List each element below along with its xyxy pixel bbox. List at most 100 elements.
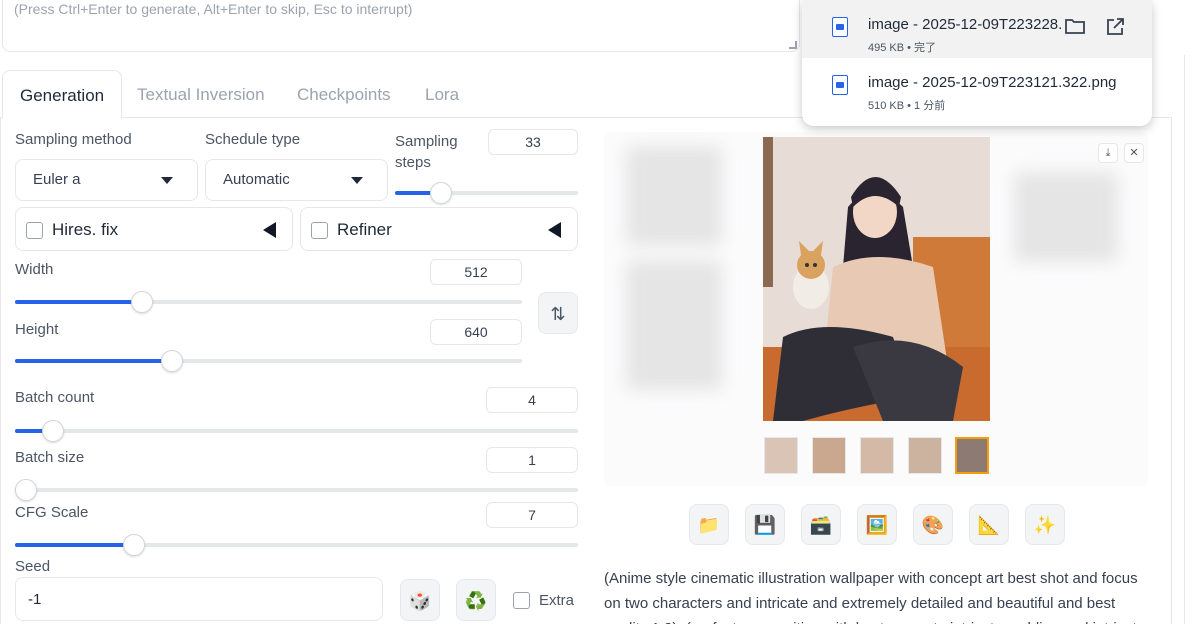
thumbnail-1[interactable] xyxy=(764,437,798,474)
downloads-popup: image - 2025-12-09T223228. 495 KB • 完了 i… xyxy=(802,0,1152,126)
schedule-type-label: Schedule type xyxy=(205,131,301,148)
cfg-scale-input[interactable]: 7 xyxy=(486,502,578,528)
width-input[interactable]: 512 xyxy=(430,259,522,285)
picture-icon: 🖼️ xyxy=(865,515,889,535)
thumbnail-4[interactable] xyxy=(908,437,942,474)
send-to-extras-button[interactable]: 📐 xyxy=(969,504,1009,545)
swap-dimensions-button[interactable]: ⇅ xyxy=(538,292,578,334)
slider-thumb[interactable] xyxy=(161,350,183,372)
width-slider[interactable] xyxy=(15,291,522,313)
seed-input[interactable]: -1 xyxy=(15,577,383,621)
schedule-type-dropdown[interactable]: Automatic xyxy=(205,159,388,201)
sampling-steps-label: Sampling steps xyxy=(395,133,458,171)
prompt-placeholder: (Press Ctrl+Enter to generate, Alt+Enter… xyxy=(14,1,413,17)
resize-handle-icon[interactable] xyxy=(789,41,797,49)
random-seed-button[interactable]: 🎲 xyxy=(400,579,440,621)
hires-fix-accordion[interactable]: Hires. fix xyxy=(15,207,293,251)
slider-thumb[interactable] xyxy=(15,479,37,501)
open-folder-icon[interactable] xyxy=(1064,18,1086,40)
tab-textual-inversion[interactable]: Textual Inversion xyxy=(137,70,265,118)
download-item[interactable]: image - 2025-12-09T223228. 495 KB • 完了 xyxy=(802,0,1152,58)
blurred-preview xyxy=(626,260,722,390)
folder-icon: 📁 xyxy=(697,515,721,535)
anime-girl-with-cat-image xyxy=(763,137,990,421)
height-label: Height xyxy=(15,321,59,338)
refiner-accordion[interactable]: Refiner xyxy=(300,207,578,251)
batch-size-slider[interactable] xyxy=(15,479,578,501)
refiner-checkbox[interactable] xyxy=(311,222,328,239)
sampling-method-label: Sampling method xyxy=(15,131,132,148)
chevron-down-icon xyxy=(351,177,363,184)
sampling-method-value: Euler a xyxy=(33,171,81,188)
send-to-inpaint-button[interactable]: 🎨 xyxy=(913,504,953,545)
hires-fix-checkbox[interactable] xyxy=(26,222,43,239)
width-label: Width xyxy=(15,261,54,278)
download-icon: ⤓ xyxy=(1105,147,1111,159)
download-image-button[interactable]: ⤓ xyxy=(1098,143,1118,163)
download-item[interactable]: image - 2025-12-09T223121.322.png 510 KB… xyxy=(802,58,1152,116)
sparkles-icon: ✨ xyxy=(1033,515,1057,535)
refiner-label: Refiner xyxy=(337,220,392,239)
download-meta: 510 KB • 1 分前 xyxy=(868,100,946,112)
palette-icon: 🎨 xyxy=(921,515,945,535)
floppy-disk-icon: 💾 xyxy=(753,515,777,535)
send-to-img2img-button[interactable]: 🖼️ xyxy=(857,504,897,545)
download-meta: 495 KB • 完了 xyxy=(868,42,937,54)
open-folder-button[interactable]: 📁 xyxy=(689,504,729,545)
height-input[interactable]: 640 xyxy=(430,319,522,345)
batch-count-input[interactable]: 4 xyxy=(486,387,578,413)
triangle-ruler-icon: 📐 xyxy=(977,515,1001,535)
slider-fill xyxy=(15,359,172,363)
chevron-down-icon xyxy=(161,177,173,184)
download-filename: image - 2025-12-09T223121.322.png xyxy=(868,74,1117,91)
tab-generation[interactable]: Generation xyxy=(2,70,123,119)
thumbnail-2[interactable] xyxy=(812,437,846,474)
sampling-steps-slider[interactable] xyxy=(395,182,578,204)
slider-fill xyxy=(15,300,142,304)
blurred-preview xyxy=(1014,172,1118,262)
collapse-triangle-icon[interactable] xyxy=(548,222,561,238)
height-slider[interactable] xyxy=(15,350,522,372)
image-file-icon xyxy=(832,17,848,37)
close-icon: ✕ xyxy=(1129,147,1139,159)
slider-thumb[interactable] xyxy=(123,534,145,556)
tab-lora[interactable]: Lora xyxy=(425,70,459,118)
swap-vertical-icon: ⇅ xyxy=(550,304,566,324)
slider-fill xyxy=(15,543,134,547)
close-gallery-button[interactable]: ✕ xyxy=(1124,143,1144,163)
cfg-scale-slider[interactable] xyxy=(15,534,578,556)
slider-thumb[interactable] xyxy=(131,291,153,313)
tab-checkpoints[interactable]: Checkpoints xyxy=(297,70,391,118)
sampling-steps-input[interactable]: 33 xyxy=(488,129,578,155)
recycle-icon: ♻️ xyxy=(464,591,488,611)
app-root: (Press Ctrl+Enter to generate, Alt+Enter… xyxy=(0,0,1200,624)
sampling-method-dropdown[interactable]: Euler a xyxy=(15,159,198,201)
blurred-preview xyxy=(626,146,722,246)
open-external-icon[interactable] xyxy=(1104,18,1126,40)
thumbnail-5-selected[interactable] xyxy=(955,437,989,474)
generation-info-text: (Anime style cinematic illustration wall… xyxy=(604,570,1145,624)
archive-box-icon: 🗃️ xyxy=(809,515,833,535)
cfg-scale-label: CFG Scale xyxy=(15,504,89,521)
collapse-triangle-icon[interactable] xyxy=(263,222,276,238)
generated-image[interactable] xyxy=(763,137,990,421)
dice-icon: 🎲 xyxy=(408,591,432,611)
upscale-button[interactable]: ✨ xyxy=(1025,504,1065,545)
reuse-seed-button[interactable]: ♻️ xyxy=(456,579,496,621)
batch-size-label: Batch size xyxy=(15,449,85,466)
zip-button[interactable]: 🗃️ xyxy=(801,504,841,545)
save-button[interactable]: 💾 xyxy=(745,504,785,545)
batch-size-input[interactable]: 1 xyxy=(486,447,578,473)
scrollbar-track[interactable] xyxy=(1184,55,1185,624)
download-filename: image - 2025-12-09T223228. xyxy=(868,16,1063,33)
batch-count-label: Batch count xyxy=(15,389,95,406)
batch-count-slider[interactable] xyxy=(15,420,578,442)
thumbnail-3[interactable] xyxy=(860,437,894,474)
image-file-icon xyxy=(832,75,848,95)
seed-label: Seed xyxy=(15,558,51,575)
schedule-type-value: Automatic xyxy=(223,171,290,188)
slider-thumb[interactable] xyxy=(430,182,452,204)
slider-thumb[interactable] xyxy=(42,420,64,442)
extra-checkbox[interactable] xyxy=(513,592,530,609)
prompt-textarea[interactable]: (Press Ctrl+Enter to generate, Alt+Enter… xyxy=(2,0,800,52)
